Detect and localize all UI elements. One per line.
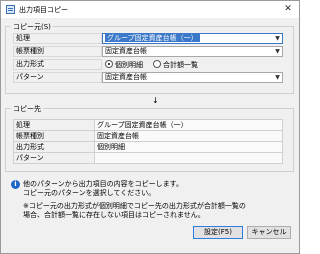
chevron-down-icon[interactable]: ▼ bbox=[273, 34, 282, 43]
dest-pattern-value bbox=[94, 152, 283, 164]
radio-individual-detail[interactable] bbox=[105, 60, 113, 68]
window-title: 出力項目コピー bbox=[19, 6, 68, 14]
source-process-select[interactable]: グループ固定資産台帳（一） ▼ bbox=[102, 33, 283, 44]
source-group-title: コピー元(S) bbox=[11, 22, 53, 32]
dest-output-format-label: 出力形式 bbox=[13, 141, 95, 153]
radio-individual-detail-label[interactable]: 個別明細 bbox=[115, 60, 143, 70]
chevron-down-icon[interactable]: ▼ bbox=[273, 47, 282, 56]
source-output-format-label: 出力形式 bbox=[13, 59, 102, 70]
dialog-window: 出力項目コピー ✕ コピー元(S) 処理 グループ固定資産台帳（一） ▼ 帳票種… bbox=[0, 0, 300, 254]
info-note-line-2: 場合、合計額一覧に存在しない項目はコピーされません。 bbox=[23, 211, 205, 219]
source-form-type-select[interactable]: 固定資産台帳 ▼ bbox=[102, 46, 283, 57]
source-form-type-label: 帳票種別 bbox=[13, 46, 102, 57]
source-group: コピー元(S) 処理 グループ固定資産台帳（一） ▼ 帳票種別 固定資産台帳 ▼… bbox=[5, 22, 294, 94]
source-pattern-select[interactable]: 固定資産台帳 ▼ bbox=[102, 72, 283, 83]
dest-row-process: 処理 グループ固定資産台帳（一） bbox=[13, 119, 283, 131]
dest-row-output-format: 出力形式 個別明細 bbox=[13, 141, 283, 153]
cancel-button[interactable]: キャンセル bbox=[247, 226, 291, 239]
dest-group: コピー先 処理 グループ固定資産台帳（一） 帳票種別 固定資産台帳 出力形式 個… bbox=[5, 104, 294, 172]
chevron-down-icon[interactable]: ▼ bbox=[273, 73, 282, 82]
source-process-value: グループ固定資産台帳（一） bbox=[105, 34, 200, 42]
radio-total-list[interactable] bbox=[153, 60, 161, 68]
title-bar: 出力項目コピー ✕ bbox=[1, 1, 299, 18]
dest-table: 処理 グループ固定資産台帳（一） 帳票種別 固定資産台帳 出力形式 個別明細 パ… bbox=[13, 119, 283, 164]
info-note-line-1: ※コピー元の出力形式が個別明細でコピー先の出力形式が合計額一覧の bbox=[23, 202, 246, 210]
source-process-label: 処理 bbox=[13, 33, 102, 44]
dest-process-value: グループ固定資産台帳（一） bbox=[94, 119, 283, 131]
down-arrow-icon: ↓ bbox=[152, 96, 159, 105]
source-row-pattern: パターン 固定資産台帳 ▼ bbox=[13, 72, 283, 83]
dest-row-pattern: パターン bbox=[13, 152, 283, 164]
dialog-body: コピー元(S) 処理 グループ固定資産台帳（一） ▼ 帳票種別 固定資産台帳 ▼… bbox=[1, 18, 299, 253]
dest-row-form-type: 帳票種別 固定資産台帳 bbox=[13, 130, 283, 142]
info-line-2: コピー元のパターンを選択してください。 bbox=[23, 189, 156, 197]
source-row-output-format: 出力形式 個別明細 合計額一覧 bbox=[13, 59, 283, 70]
close-icon[interactable]: ✕ bbox=[281, 3, 295, 15]
source-pattern-value: 固定資産台帳 bbox=[105, 73, 147, 81]
dest-form-type-value: 固定資産台帳 bbox=[94, 130, 283, 142]
dest-pattern-label: パターン bbox=[13, 152, 95, 164]
ok-button[interactable]: 設定(F5) bbox=[193, 226, 243, 239]
dest-process-label: 処理 bbox=[13, 119, 95, 131]
source-pattern-label: パターン bbox=[13, 72, 102, 83]
source-row-process: 処理 グループ固定資産台帳（一） ▼ bbox=[13, 33, 283, 44]
dest-output-format-value: 個別明細 bbox=[94, 141, 283, 153]
radio-total-list-label[interactable]: 合計額一覧 bbox=[163, 60, 198, 70]
dest-form-type-label: 帳票種別 bbox=[13, 130, 95, 142]
app-icon bbox=[6, 5, 15, 14]
dest-group-title: コピー先 bbox=[11, 104, 43, 114]
info-icon: i bbox=[11, 180, 20, 189]
source-form-type-value: 固定資産台帳 bbox=[105, 47, 147, 55]
source-row-form-type: 帳票種別 固定資産台帳 ▼ bbox=[13, 46, 283, 57]
info-line-1: 他のパターンから出力項目の内容をコピーします。 bbox=[23, 180, 183, 188]
